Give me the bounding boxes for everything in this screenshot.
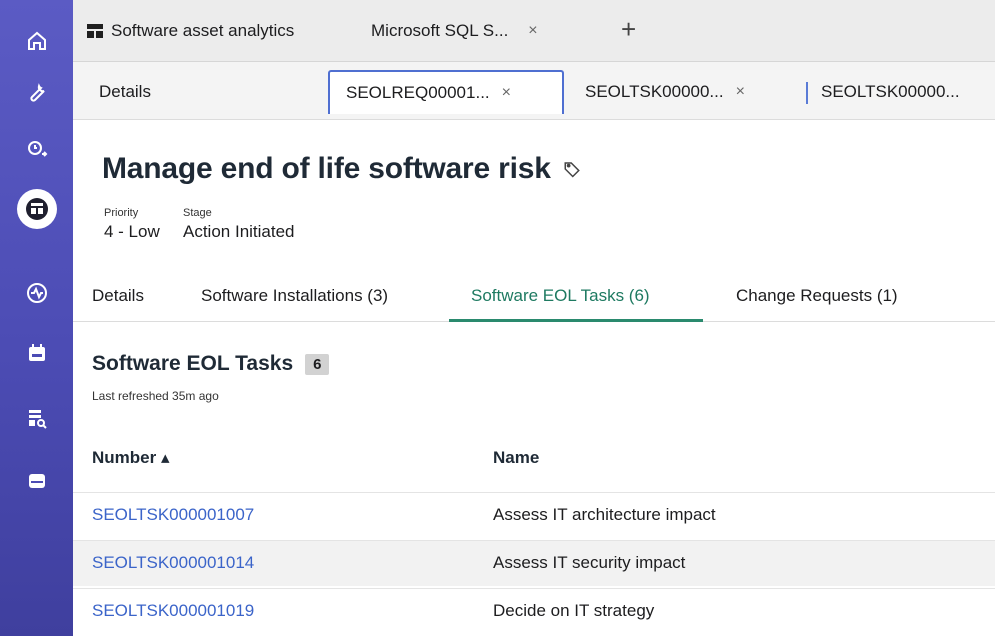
task-number-link[interactable]: SEOLTSK000001007 bbox=[92, 505, 254, 525]
tab-microsoft-sql[interactable]: Microsoft SQL S... × bbox=[371, 0, 538, 62]
tab-label: SEOLREQ00001... bbox=[346, 83, 490, 102]
table-row[interactable]: SEOLTSK000001014 Assess IT security impa… bbox=[73, 540, 995, 586]
tag-icon[interactable] bbox=[563, 160, 581, 178]
tab-divider bbox=[806, 82, 808, 104]
list-header: Software EOL Tasks 6 bbox=[92, 352, 330, 376]
content-tabs: Details Software Installations (3) Softw… bbox=[73, 272, 995, 322]
task-name: Assess IT security impact bbox=[493, 553, 686, 572]
wrench-icon[interactable] bbox=[0, 64, 73, 120]
report-search-icon[interactable] bbox=[0, 390, 73, 446]
count-badge: 6 bbox=[305, 353, 330, 375]
stage-value: Action Initiated bbox=[183, 222, 295, 241]
tab-software-eol-tasks[interactable]: Software EOL Tasks (6) bbox=[471, 286, 650, 306]
priority-label: Priority bbox=[104, 207, 139, 219]
record-tab-bar: Details SEOLREQ00001... × SEOLTSK00000..… bbox=[73, 62, 995, 120]
tab-label: Microsoft SQL S... bbox=[371, 21, 509, 40]
close-icon[interactable]: × bbox=[528, 22, 537, 40]
record-tab-seoltsk-2[interactable]: SEOLTSK00000... bbox=[821, 74, 960, 110]
record-tab-details[interactable]: Details bbox=[99, 74, 151, 110]
last-refreshed-text: Last refreshed 35m ago bbox=[92, 389, 219, 403]
left-nav-rail bbox=[0, 0, 73, 636]
close-icon[interactable]: × bbox=[502, 84, 511, 102]
tab-label: SEOLTSK00000... bbox=[585, 82, 724, 101]
table-row[interactable]: SEOLTSK000001007 Assess IT architecture … bbox=[73, 492, 995, 538]
column-header-name[interactable]: Name bbox=[493, 448, 539, 468]
home-icon[interactable] bbox=[0, 13, 73, 69]
tab-software-asset-analytics[interactable]: Software asset analytics bbox=[87, 0, 294, 62]
tab-change-requests[interactable]: Change Requests (1) bbox=[736, 286, 898, 306]
tab-label: Software asset analytics bbox=[111, 21, 295, 40]
task-name: Decide on IT strategy bbox=[493, 601, 655, 620]
column-header-number[interactable]: Number ▴ bbox=[92, 448, 170, 468]
active-tab-indicator bbox=[449, 319, 703, 322]
task-name: Assess IT architecture impact bbox=[493, 505, 716, 524]
add-tab-button[interactable]: + bbox=[621, 14, 636, 45]
close-icon[interactable]: × bbox=[736, 83, 745, 101]
task-number-link[interactable]: SEOLTSK000001014 bbox=[92, 553, 254, 573]
activity-icon[interactable] bbox=[0, 265, 73, 321]
record-header: Manage end of life software risk bbox=[102, 152, 581, 186]
tab-label: Details bbox=[99, 82, 151, 101]
tab-details[interactable]: Details bbox=[92, 286, 144, 306]
dashboard-icon bbox=[87, 24, 103, 38]
workspace-tab-bar: Software asset analytics Microsoft SQL S… bbox=[73, 0, 995, 62]
record-tab-seoltsk-1[interactable]: SEOLTSK00000... × bbox=[585, 74, 745, 110]
calendar-icon[interactable] bbox=[0, 325, 73, 381]
record-tab-seolreq[interactable]: SEOLREQ00001... × bbox=[328, 70, 564, 114]
task-number-link[interactable]: SEOLTSK000001019 bbox=[92, 601, 254, 621]
list-title: Software EOL Tasks bbox=[92, 352, 294, 375]
history-icon[interactable] bbox=[0, 121, 73, 177]
page-title: Manage end of life software risk bbox=[102, 152, 551, 185]
stage-label: Stage bbox=[183, 207, 212, 219]
table-row[interactable]: SEOLTSK000001019 Decide on IT strategy bbox=[73, 588, 995, 634]
inbox-icon[interactable] bbox=[0, 453, 73, 509]
priority-value: 4 - Low bbox=[104, 222, 160, 241]
tab-label: SEOLTSK00000... bbox=[821, 82, 960, 101]
workspace-icon[interactable] bbox=[0, 181, 73, 237]
tab-software-installations[interactable]: Software Installations (3) bbox=[201, 286, 388, 306]
